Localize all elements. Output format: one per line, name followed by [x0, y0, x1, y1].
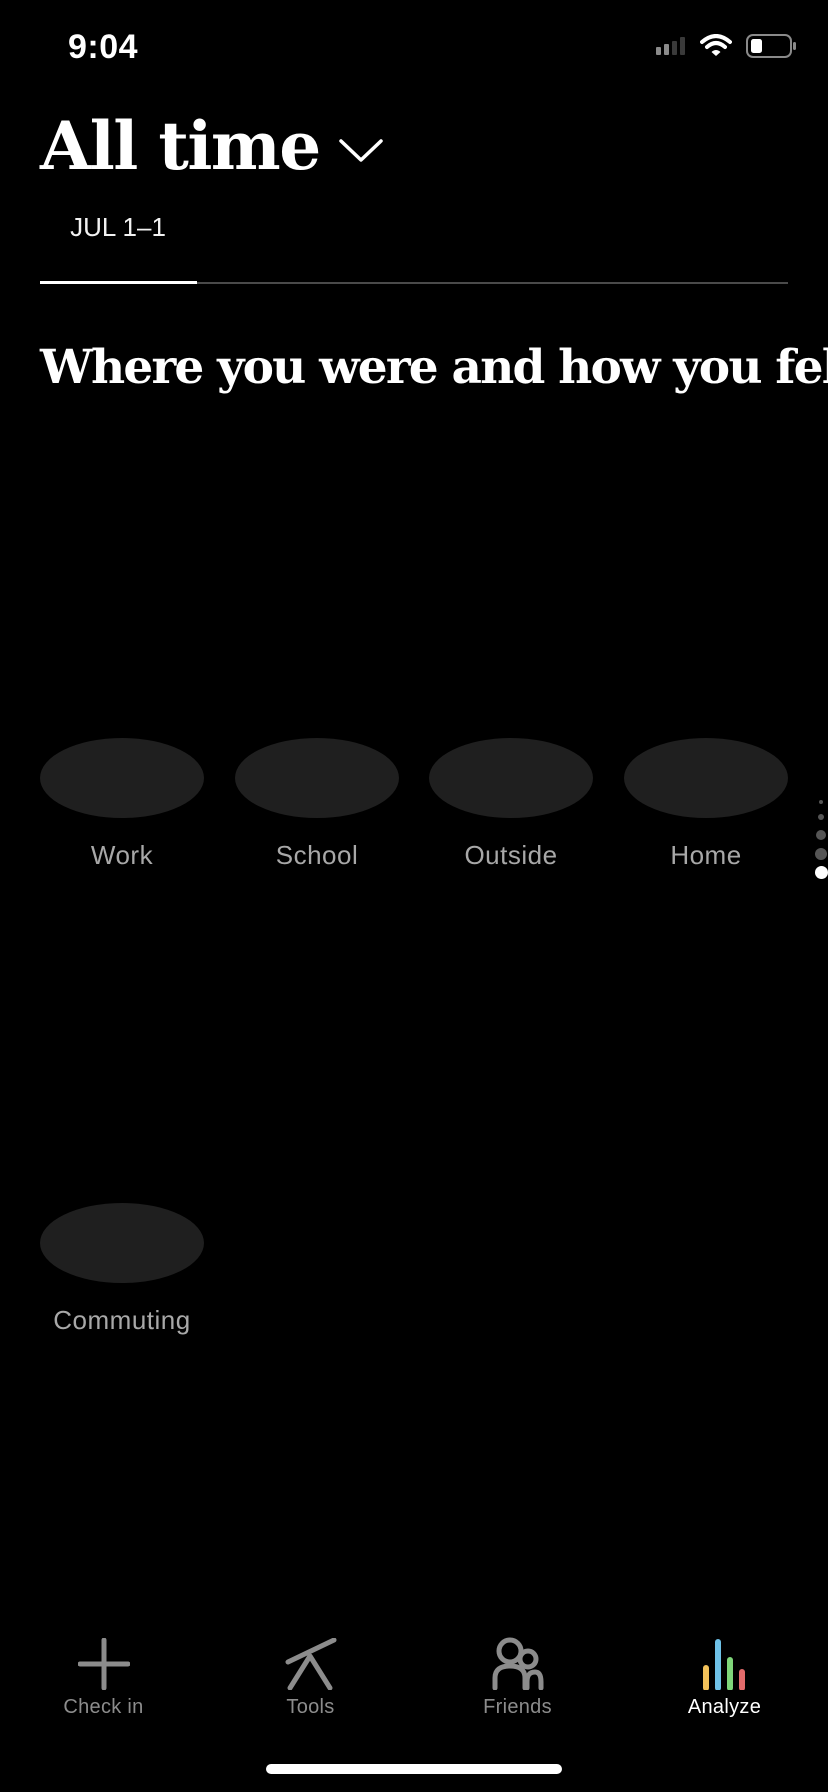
chevron-down-icon[interactable] [338, 138, 384, 169]
battery-icon [746, 34, 798, 63]
place-work[interactable]: Work [40, 738, 204, 871]
place-outside[interactable]: Outside [429, 738, 593, 871]
tab-analyze[interactable]: Analyze [621, 1630, 828, 1730]
place-label: Outside [464, 840, 558, 870]
place-blob [235, 738, 399, 818]
place-commuting[interactable]: Commuting [40, 1203, 204, 1336]
place-blob [429, 738, 593, 818]
status-bar: 9:04 [0, 0, 828, 100]
wifi-icon [700, 34, 732, 63]
analyze-icon [701, 1630, 749, 1690]
place-label: Home [670, 840, 742, 870]
page-dot [818, 814, 824, 820]
page-title[interactable]: All time [40, 106, 321, 186]
place-school[interactable]: School [235, 738, 399, 871]
tab-label: Check in [63, 1696, 144, 1718]
title-row[interactable]: All time [40, 106, 384, 186]
plus-icon [77, 1630, 130, 1690]
tab-label: Friends [483, 1696, 552, 1718]
home-indicator[interactable] [266, 1764, 562, 1774]
section-title: Where you were and how you felt [40, 340, 828, 395]
status-icons [656, 34, 798, 63]
friends-icon [491, 1630, 545, 1690]
place-home[interactable]: Home [624, 738, 788, 871]
tab-check-in[interactable]: Check in [0, 1630, 207, 1730]
tab-tools[interactable]: Tools [207, 1630, 414, 1730]
signal-icon [656, 37, 686, 60]
tools-icon [284, 1630, 338, 1690]
page-dot-active [814, 866, 828, 879]
tab-label: Tools [286, 1696, 335, 1718]
place-blob [40, 1203, 204, 1283]
tab-label: Analyze [687, 1696, 762, 1718]
place-label: School [275, 840, 359, 870]
place-blob [624, 738, 788, 818]
tab-selected-indicator [40, 281, 197, 284]
tab-friends[interactable]: Friends [414, 1630, 621, 1730]
page-dot [819, 800, 823, 804]
place-label: Commuting [53, 1305, 191, 1335]
place-label: Work [90, 840, 154, 870]
page-indicator[interactable] [814, 800, 828, 879]
status-time: 9:04 [68, 28, 139, 66]
place-blob [40, 738, 204, 818]
page-dot [815, 848, 827, 860]
page-dot [816, 830, 826, 840]
tab-bar: Check in Tools Friends Analyze [0, 1630, 828, 1730]
tab-period-jul[interactable]: JUL 1–1 [40, 212, 196, 243]
